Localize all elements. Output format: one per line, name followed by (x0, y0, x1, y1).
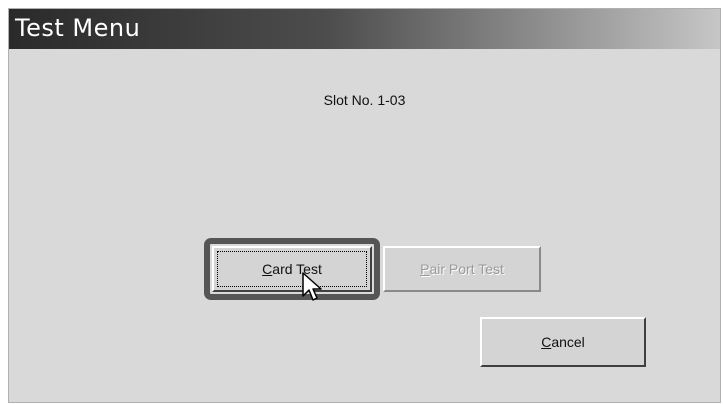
card-test-label: Card Test (262, 261, 322, 277)
title-bar: Test Menu (9, 9, 720, 49)
cancel-label: Cancel (541, 334, 585, 350)
cancel-button[interactable]: Cancel (480, 317, 646, 367)
window-title: Test Menu (15, 14, 141, 42)
slot-number-label: Slot No. 1-03 (323, 92, 406, 108)
pair-port-test-label: Pair Port Test (420, 261, 504, 277)
card-test-button[interactable]: Card Test (212, 246, 372, 292)
pair-port-test-button[interactable]: Pair Port Test (383, 246, 541, 292)
test-menu-window: Test Menu Slot No. 1-03 Card Test Pair P… (8, 8, 721, 403)
